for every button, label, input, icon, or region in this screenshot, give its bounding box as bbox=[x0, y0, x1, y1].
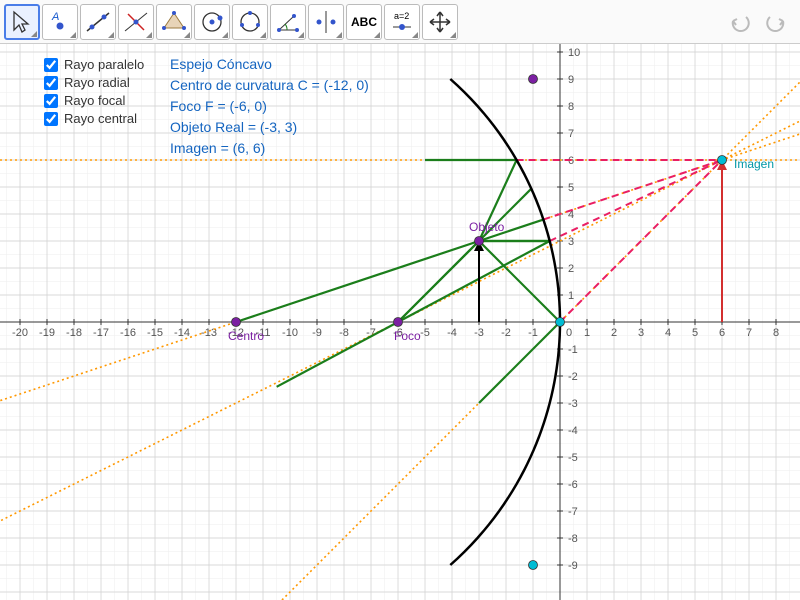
undo-redo bbox=[724, 6, 792, 38]
angle-tool[interactable] bbox=[270, 4, 306, 40]
svg-text:Centro: Centro bbox=[228, 329, 264, 343]
svg-text:-17: -17 bbox=[93, 327, 109, 339]
svg-text:2: 2 bbox=[611, 327, 617, 339]
svg-text:-18: -18 bbox=[66, 327, 82, 339]
info-focus: Foco F = (-6, 0) bbox=[170, 96, 369, 117]
svg-text:-14: -14 bbox=[174, 327, 190, 339]
translate-tool[interactable] bbox=[422, 4, 458, 40]
info-title: Espejo Cóncavo bbox=[170, 54, 369, 75]
svg-text:-19: -19 bbox=[39, 327, 55, 339]
svg-text:7: 7 bbox=[746, 327, 752, 339]
info-image: Imagen = (6, 6) bbox=[170, 138, 369, 159]
svg-text:8: 8 bbox=[773, 327, 779, 339]
svg-text:-3: -3 bbox=[568, 398, 578, 410]
svg-text:-9: -9 bbox=[568, 560, 578, 572]
svg-text:Foco: Foco bbox=[394, 329, 421, 343]
svg-text:A: A bbox=[51, 11, 59, 23]
text-tool[interactable]: ABC bbox=[346, 4, 382, 40]
svg-text:-10: -10 bbox=[282, 327, 298, 339]
checkbox-rayo-radial[interactable]: Rayo radial bbox=[44, 75, 144, 90]
line-tool[interactable] bbox=[80, 4, 116, 40]
toolbar: A ABC a=2 bbox=[0, 0, 800, 44]
reflect-tool[interactable] bbox=[308, 4, 344, 40]
svg-text:-1: -1 bbox=[568, 344, 578, 356]
svg-text:-4: -4 bbox=[568, 425, 578, 437]
svg-text:-2: -2 bbox=[501, 327, 511, 339]
svg-text:-9: -9 bbox=[312, 327, 322, 339]
checkbox-rayo-focal[interactable]: Rayo focal bbox=[44, 93, 144, 108]
svg-text:9: 9 bbox=[568, 74, 574, 86]
svg-text:-8: -8 bbox=[339, 327, 349, 339]
move-tool[interactable] bbox=[4, 4, 40, 40]
info-object: Objeto Real = (-3, 3) bbox=[170, 117, 369, 138]
svg-text:5: 5 bbox=[692, 327, 698, 339]
svg-text:8: 8 bbox=[568, 101, 574, 113]
slider-tool[interactable]: a=2 bbox=[384, 4, 420, 40]
svg-text:Objeto: Objeto bbox=[469, 220, 505, 234]
polygon-tool[interactable] bbox=[156, 4, 192, 40]
graphics-view[interactable]: Rayo paralelo Rayo radial Rayo focal Ray… bbox=[0, 44, 800, 600]
circle-center-tool[interactable] bbox=[194, 4, 230, 40]
svg-text:6: 6 bbox=[719, 327, 725, 339]
svg-text:-2: -2 bbox=[568, 371, 578, 383]
svg-text:4: 4 bbox=[665, 327, 671, 339]
svg-text:a=2: a=2 bbox=[394, 11, 409, 21]
checkbox-rayo-central[interactable]: Rayo central bbox=[44, 111, 144, 126]
point-tool[interactable]: A bbox=[42, 4, 78, 40]
circle-3pt-tool[interactable] bbox=[232, 4, 268, 40]
svg-text:-5: -5 bbox=[568, 452, 578, 464]
svg-text:-1: -1 bbox=[528, 327, 538, 339]
svg-text:-8: -8 bbox=[568, 533, 578, 545]
svg-text:5: 5 bbox=[568, 182, 574, 194]
info-panel: Espejo Cóncavo Centro de curvatura C = (… bbox=[170, 54, 369, 159]
redo-button[interactable] bbox=[760, 6, 792, 38]
svg-text:-7: -7 bbox=[568, 506, 578, 518]
svg-text:-5: -5 bbox=[420, 327, 430, 339]
svg-text:2: 2 bbox=[568, 263, 574, 275]
undo-button[interactable] bbox=[724, 6, 756, 38]
svg-text:1: 1 bbox=[568, 290, 574, 302]
svg-text:-6: -6 bbox=[568, 479, 578, 491]
svg-text:1: 1 bbox=[584, 327, 590, 339]
svg-text:3: 3 bbox=[638, 327, 644, 339]
checkbox-rayo-paralelo[interactable]: Rayo paralelo bbox=[44, 57, 144, 72]
svg-text:10: 10 bbox=[568, 47, 580, 59]
svg-text:7: 7 bbox=[568, 128, 574, 140]
svg-text:3: 3 bbox=[568, 236, 574, 248]
perpendicular-tool[interactable] bbox=[118, 4, 154, 40]
svg-text:-20: -20 bbox=[12, 327, 28, 339]
svg-text:Imagen: Imagen bbox=[734, 157, 774, 171]
info-center: Centro de curvatura C = (-12, 0) bbox=[170, 75, 369, 96]
svg-text:-4: -4 bbox=[447, 327, 457, 339]
svg-text:-15: -15 bbox=[147, 327, 163, 339]
ray-checkboxes: Rayo paralelo Rayo radial Rayo focal Ray… bbox=[44, 54, 144, 129]
svg-text:-16: -16 bbox=[120, 327, 136, 339]
svg-text:0: 0 bbox=[566, 327, 572, 339]
svg-text:-3: -3 bbox=[474, 327, 484, 339]
